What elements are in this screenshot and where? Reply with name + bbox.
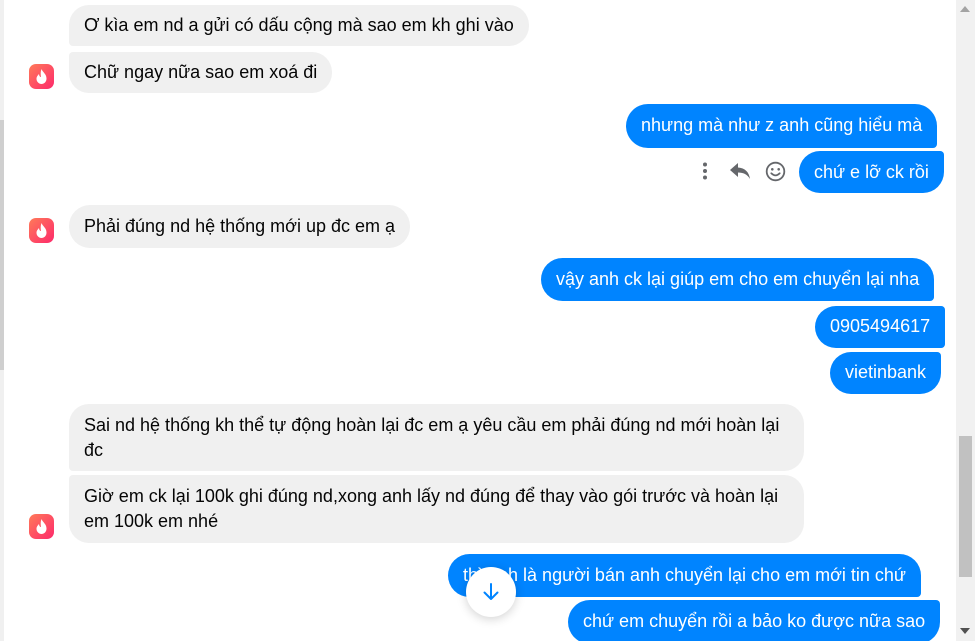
sender-avatar[interactable] bbox=[29, 218, 54, 243]
outgoing-message[interactable]: vậy anh ck lại giúp em cho em chuyển lại… bbox=[541, 258, 935, 301]
incoming-message[interactable]: Ơ kìa em nd a gửi có dấu cộng mà sao em … bbox=[69, 5, 529, 46]
flame-icon bbox=[36, 223, 47, 238]
outgoing-message[interactable]: chứ em chuyển rồi a bảo ko được nữa sao bbox=[568, 600, 941, 641]
sender-avatar[interactable] bbox=[29, 64, 54, 89]
more-options-button[interactable] bbox=[694, 160, 716, 182]
outgoing-message[interactable]: chứ e lỡ ck rồi bbox=[799, 151, 944, 193]
react-button[interactable] bbox=[763, 159, 787, 183]
arrow-down-icon bbox=[483, 583, 499, 600]
reply-button[interactable] bbox=[728, 159, 752, 183]
scroll-down-arrow-icon[interactable] bbox=[960, 628, 970, 634]
incoming-message[interactable]: Chữ ngay nữa sao em xoá đi bbox=[69, 52, 333, 93]
smiley-icon bbox=[765, 161, 785, 181]
incoming-message[interactable]: Phải đúng nd hệ thống mới up đc em ạ bbox=[69, 205, 411, 248]
scroll-up-arrow-icon[interactable] bbox=[960, 6, 970, 12]
flame-icon bbox=[36, 69, 47, 84]
outgoing-message[interactable]: thì anh là người bán anh chuyển lại cho … bbox=[448, 554, 921, 597]
outgoing-message[interactable]: 0905494617 bbox=[815, 306, 946, 348]
flame-icon bbox=[36, 519, 47, 534]
incoming-message[interactable]: Giờ em ck lại 100k ghi đúng nd,xong anh … bbox=[69, 475, 804, 543]
outgoing-message[interactable]: vietinbank bbox=[830, 352, 942, 394]
sender-avatar[interactable] bbox=[29, 514, 54, 539]
scrollbar-thumb[interactable] bbox=[959, 436, 972, 577]
reply-icon bbox=[730, 163, 750, 179]
incoming-message[interactable]: Sai nd hệ thống kh thể tự động hoàn lại … bbox=[69, 404, 804, 471]
chat-window: Ơ kìa em nd a gửi có dấu cộng mà sao em … bbox=[0, 0, 975, 641]
scroll-to-bottom-button[interactable] bbox=[466, 567, 516, 617]
more-vertical-icon bbox=[703, 162, 707, 180]
outgoing-message[interactable]: nhưng mà như z anh cũng hiểu mà bbox=[626, 104, 938, 148]
left-scrollbar-thumb[interactable] bbox=[0, 120, 4, 370]
